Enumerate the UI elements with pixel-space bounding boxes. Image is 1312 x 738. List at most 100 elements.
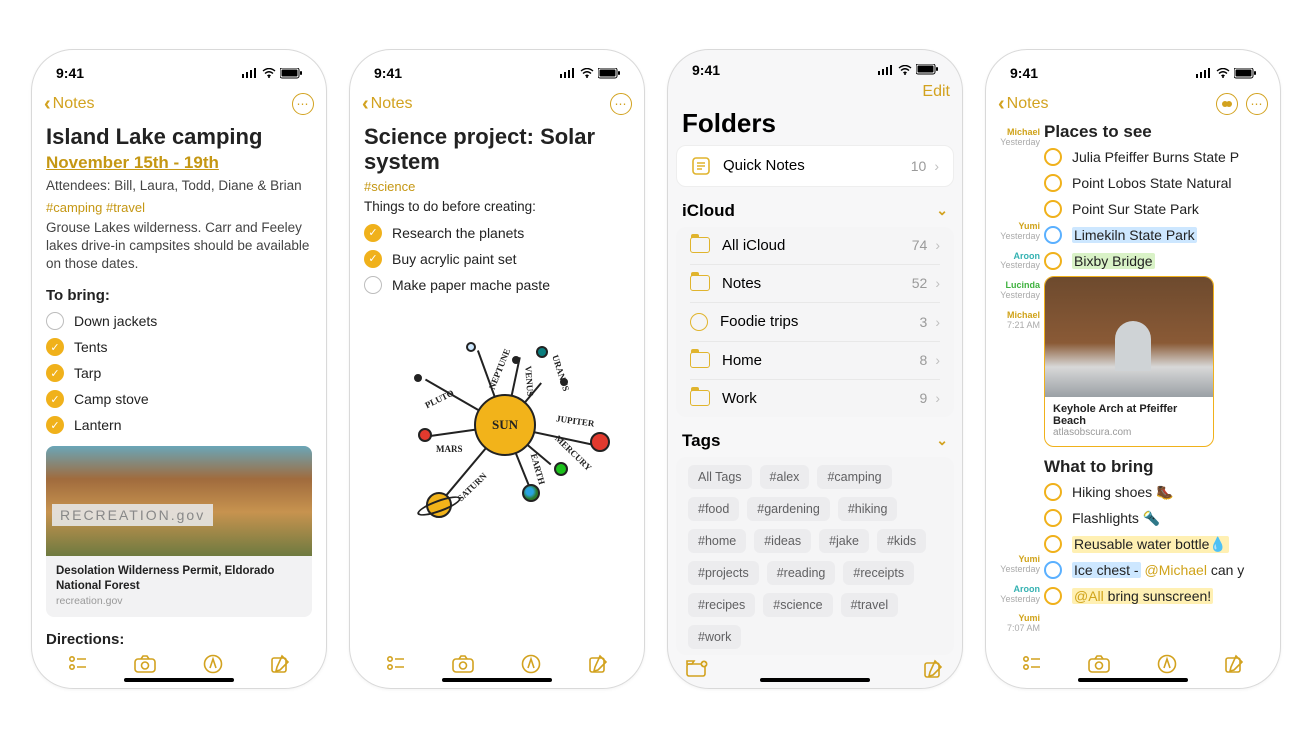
checklist-icon[interactable] bbox=[67, 653, 89, 675]
item-label: Camp stove bbox=[74, 391, 149, 407]
home-indicator[interactable] bbox=[1078, 678, 1188, 682]
home-indicator[interactable] bbox=[124, 678, 234, 682]
markup-icon[interactable] bbox=[202, 653, 224, 675]
tag-chip[interactable]: #gardening bbox=[747, 497, 830, 521]
section-icloud[interactable]: iCloud ⌄ bbox=[668, 187, 962, 227]
checklist-item[interactable]: ✓ Camp stove bbox=[46, 390, 312, 408]
checklist-item[interactable]: ✓Tents bbox=[46, 338, 312, 356]
tag-chip[interactable]: #projects bbox=[688, 561, 759, 585]
checkbox-done-icon[interactable]: ✓ bbox=[46, 364, 64, 382]
camera-icon[interactable] bbox=[452, 653, 474, 675]
checklist-item[interactable]: Make paper mache paste bbox=[364, 276, 630, 294]
status-time: 9:41 bbox=[692, 62, 720, 78]
more-button[interactable]: ⋯ bbox=[292, 93, 314, 115]
quick-notes-row[interactable]: Quick Notes 10› bbox=[676, 145, 954, 187]
folder-row[interactable]: Foodie trips3› bbox=[676, 303, 954, 341]
tag-chip[interactable]: #work bbox=[688, 625, 741, 649]
tag-chip[interactable]: #receipts bbox=[843, 561, 914, 585]
tag-chip[interactable]: #travel bbox=[841, 593, 899, 617]
date-link[interactable]: November 15th - 19th bbox=[46, 153, 219, 173]
back-button[interactable]: ‹ Notes bbox=[362, 93, 412, 116]
label-jupiter: JUPITER bbox=[555, 413, 595, 428]
folder-row[interactable]: Notes52› bbox=[676, 265, 954, 302]
tag-chip[interactable]: #alex bbox=[760, 465, 810, 489]
authors-gutter: MichaelYesterdayYumiYesterdayAroonYester… bbox=[988, 122, 1044, 644]
list-item[interactable]: Limekiln State Park bbox=[1044, 226, 1266, 244]
checklist-item[interactable]: ✓Tarp bbox=[46, 364, 312, 382]
markup-icon[interactable] bbox=[520, 653, 542, 675]
bullet-icon bbox=[1044, 587, 1062, 605]
list-item[interactable]: @All bring sunscreen! bbox=[1044, 587, 1266, 605]
compose-icon[interactable] bbox=[269, 653, 291, 675]
markup-icon[interactable] bbox=[1156, 653, 1178, 675]
compose-icon[interactable] bbox=[587, 653, 609, 675]
tag-chip[interactable]: #camping bbox=[817, 465, 891, 489]
list-item[interactable]: Reusable water bottle💧 bbox=[1044, 535, 1266, 553]
tag-chip[interactable]: #jake bbox=[819, 529, 869, 553]
bullet-icon bbox=[1044, 252, 1062, 270]
section-tags[interactable]: Tags ⌄ bbox=[668, 417, 962, 457]
checkbox-empty-icon[interactable] bbox=[364, 276, 382, 294]
tag-chip[interactable]: #hiking bbox=[838, 497, 898, 521]
list-item[interactable]: Flashlights 🔦 bbox=[1044, 509, 1266, 527]
checkbox-done-icon[interactable]: ✓ bbox=[46, 338, 64, 356]
tag-chip[interactable]: #home bbox=[688, 529, 746, 553]
checkbox-done-icon[interactable]: ✓ bbox=[364, 250, 382, 268]
edit-button[interactable]: Edit bbox=[922, 83, 950, 101]
item-label: Flashlights 🔦 bbox=[1072, 510, 1160, 527]
bullet-icon bbox=[1044, 226, 1062, 244]
tag-chip[interactable]: All Tags bbox=[688, 465, 752, 489]
camera-icon[interactable] bbox=[1088, 653, 1110, 675]
tag-chip[interactable]: #reading bbox=[767, 561, 836, 585]
checklist-item[interactable]: ✓Lantern bbox=[46, 416, 312, 434]
tag-chip[interactable]: #recipes bbox=[688, 593, 755, 617]
list-item[interactable]: Point Sur State Park bbox=[1044, 200, 1266, 218]
tag-chip[interactable]: #kids bbox=[877, 529, 926, 553]
checklist-item[interactable]: ✓Research the planets bbox=[364, 224, 630, 242]
note-tags[interactable]: #camping #travel bbox=[46, 200, 312, 215]
attachment-card[interactable]: Keyhole Arch at Pfeiffer Beach atlasobsc… bbox=[1044, 276, 1214, 447]
folder-row[interactable]: Work9› bbox=[676, 380, 954, 417]
link-card[interactable]: RECREATION.gov Desolation Wilderness Per… bbox=[46, 446, 312, 617]
sub-heading: Things to do before creating: bbox=[364, 198, 630, 216]
compose-icon[interactable] bbox=[922, 658, 944, 680]
checkbox-empty-icon[interactable] bbox=[46, 312, 64, 330]
folder-row[interactable]: Home8› bbox=[676, 342, 954, 379]
more-button[interactable]: ⋯ bbox=[610, 93, 632, 115]
tag-chip[interactable]: #ideas bbox=[754, 529, 811, 553]
author-time: Yesterday bbox=[988, 138, 1040, 148]
tag-chip[interactable]: #food bbox=[688, 497, 739, 521]
checklist-item[interactable]: ✓Buy acrylic paint set bbox=[364, 250, 630, 268]
planet-venus bbox=[512, 356, 520, 364]
author-time: Yesterday bbox=[988, 261, 1040, 271]
chevron-right-icon: › bbox=[934, 158, 939, 174]
folder-icon bbox=[690, 275, 710, 291]
checkbox-done-icon[interactable]: ✓ bbox=[364, 224, 382, 242]
note-tags[interactable]: #science bbox=[364, 179, 630, 194]
more-button[interactable]: ⋯ bbox=[1246, 93, 1268, 115]
list-item[interactable]: Hiking shoes 🥾 bbox=[1044, 483, 1266, 501]
compose-icon[interactable] bbox=[1223, 653, 1245, 675]
list-item[interactable]: Ice chest - @Michael can y bbox=[1044, 561, 1266, 579]
checklist-item[interactable]: Down jackets bbox=[46, 312, 312, 330]
back-button[interactable]: ‹ Notes bbox=[998, 93, 1048, 116]
checklist-icon[interactable] bbox=[1021, 653, 1043, 675]
home-indicator[interactable] bbox=[760, 678, 870, 682]
collaborators-icon[interactable] bbox=[1216, 93, 1238, 115]
back-button[interactable]: ‹ Notes bbox=[44, 93, 94, 116]
home-indicator[interactable] bbox=[442, 678, 552, 682]
checkbox-done-icon[interactable]: ✓ bbox=[46, 390, 64, 408]
cellular-icon bbox=[560, 68, 576, 78]
list-item[interactable]: Julia Pfeiffer Burns State P bbox=[1044, 148, 1266, 166]
camera-icon[interactable] bbox=[134, 653, 156, 675]
folder-row[interactable]: All iCloud74› bbox=[676, 227, 954, 264]
new-folder-icon[interactable] bbox=[686, 658, 708, 680]
list-item[interactable]: Point Lobos State Natural bbox=[1044, 174, 1266, 192]
tag-chip[interactable]: #science bbox=[763, 593, 832, 617]
list-item[interactable]: Bixby Bridge bbox=[1044, 252, 1266, 270]
card-image: RECREATION.gov bbox=[46, 446, 312, 556]
checkbox-done-icon[interactable]: ✓ bbox=[46, 416, 64, 434]
checklist-icon[interactable] bbox=[385, 653, 407, 675]
status-bar: 9:41 bbox=[350, 50, 644, 86]
places-heading: Places to see bbox=[1044, 122, 1266, 142]
